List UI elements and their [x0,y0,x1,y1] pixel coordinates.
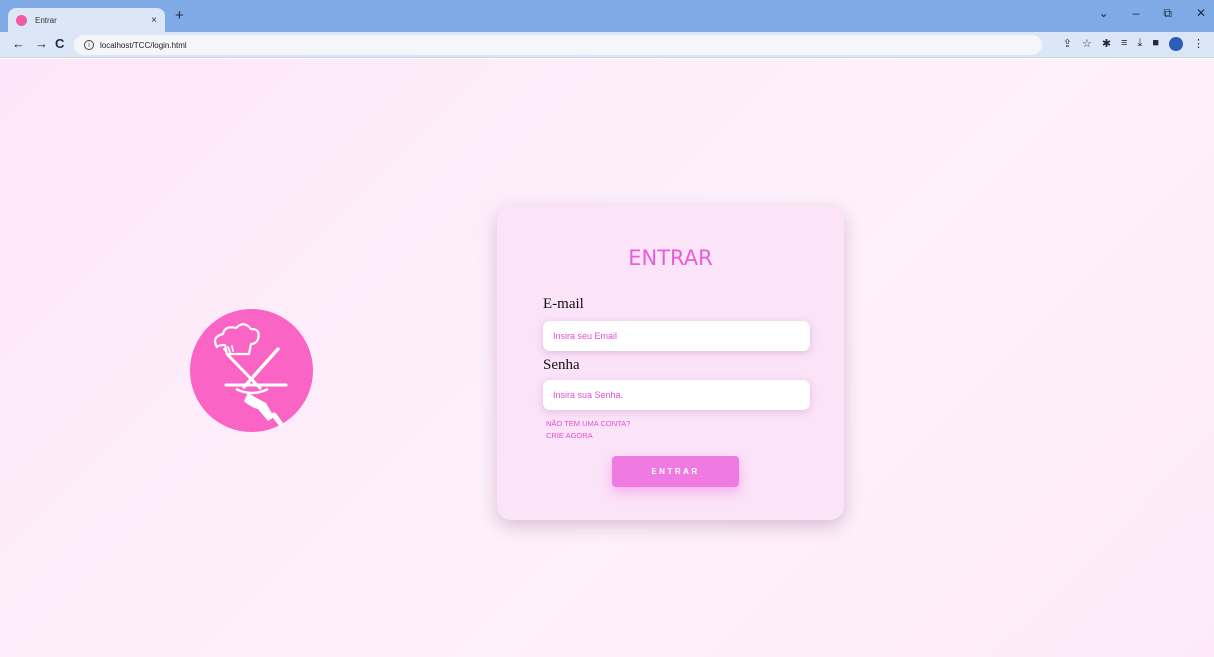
browser-tab[interactable]: Entrar × [8,8,165,32]
email-label: E-mail [543,296,584,312]
back-icon[interactable]: ← [12,37,25,51]
waiter-tray-chef-hat-icon [213,323,288,426]
reload-icon[interactable]: C [55,37,64,51]
close-tab-icon[interactable]: × [151,15,157,26]
bookmark-star-icon[interactable]: ☆ [1082,37,1092,51]
password-placeholder: Insira sua Senha. [553,390,624,400]
close-window-icon[interactable]: ✕ [1196,6,1206,21]
minimize-icon[interactable]: – [1133,6,1140,21]
password-field[interactable]: Insira sua Senha. [543,380,810,410]
browser-toolbar: ← → C i localhost/TCC/login.html ⇪ ☆ ✱ ≡… [0,32,1214,58]
new-tab-button[interactable]: + [175,7,184,24]
download-icon[interactable]: ⤓ [1137,37,1142,51]
login-card: ENTRAR E-mail Insira seu Email Senha Ins… [497,206,844,520]
extensions-icon[interactable]: ✱ [1102,37,1111,51]
address-bar[interactable]: i localhost/TCC/login.html [74,35,1042,55]
tab-search-icon[interactable]: ⌄ [1099,6,1109,21]
email-field[interactable]: Insira seu Email [543,321,810,351]
url-text: localhost/TCC/login.html [100,40,187,50]
favicon-icon [16,14,27,26]
forward-icon[interactable]: → [35,37,48,51]
browser-tabstrip: Entrar × + ⌄ – ⧉ ✕ [0,0,1214,32]
side-panel-icon[interactable]: ■ [1152,37,1159,51]
password-label: Senha [543,357,580,373]
site-info-icon[interactable]: i [84,40,94,50]
share-icon[interactable]: ⇪ [1063,37,1072,51]
window-controls: ⌄ – ⧉ ✕ [1099,6,1206,21]
restore-icon[interactable]: ⧉ [1163,6,1172,21]
email-placeholder: Insira seu Email [553,331,618,341]
create-account-link[interactable]: CRIE AGORA [546,431,593,440]
page-title: ENTRAR [628,246,713,270]
page-background: ENTRAR E-mail Insira seu Email Senha Ins… [0,59,1214,657]
menu-kebab-icon[interactable]: ⋮ [1193,37,1204,51]
restaurant-logo [190,309,313,432]
profile-avatar-icon[interactable] [1169,37,1183,51]
toolbar-icons: ⇪ ☆ ✱ ≡ ⤓ ■ ⋮ [1063,37,1204,51]
tab-title: Entrar [35,15,57,25]
login-submit-button[interactable]: ENTRAR [612,456,739,487]
reading-list-icon[interactable]: ≡ [1121,37,1127,51]
no-account-text: NÃO TEM UMA CONTA? [546,419,631,428]
